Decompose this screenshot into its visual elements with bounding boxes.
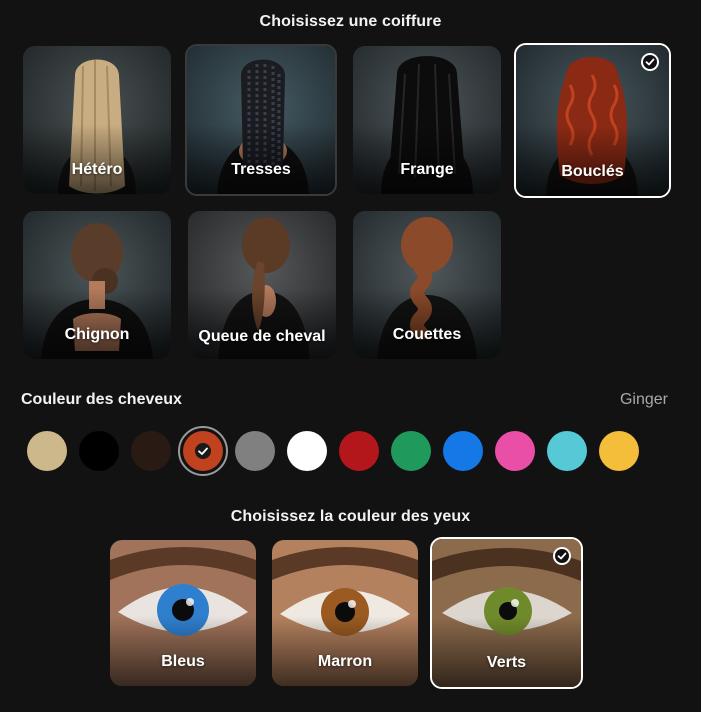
image-shade — [23, 289, 171, 359]
hair-color-swatch[interactable] — [547, 431, 587, 471]
image-shade — [187, 124, 335, 194]
eye-label: Bleus — [161, 653, 205, 670]
image-shade — [272, 616, 418, 686]
check-icon — [195, 443, 211, 459]
hair-color-swatch[interactable] — [131, 431, 171, 471]
hair-color-swatch[interactable] — [183, 431, 223, 471]
hairstyle-label: Bouclés — [561, 163, 624, 180]
hairstyle-card-couettes[interactable]: Couettes — [353, 211, 501, 359]
eye-section-title: Choisissez la couleur des yeux — [230, 508, 471, 525]
hairstyle-label: Queue de cheval — [198, 328, 326, 345]
image-shade — [353, 289, 501, 359]
hair-color-swatch[interactable] — [235, 431, 275, 471]
hairstyle-label: Chignon — [64, 326, 130, 343]
eye-card-bleus[interactable]: Bleus — [110, 540, 256, 686]
hairstyle-label: Couettes — [392, 326, 462, 343]
hair-color-swatch[interactable] — [27, 431, 67, 471]
check-icon — [641, 53, 659, 71]
hairstyle-label: Frange — [400, 161, 454, 178]
hair-color-swatch[interactable] — [599, 431, 639, 471]
hairstyle-section-title: Choisissez une coiffure — [259, 13, 442, 30]
image-shade — [516, 126, 669, 196]
image-shade — [188, 289, 336, 359]
eye-label: Verts — [486, 654, 527, 671]
hairstyle-label: Tresses — [231, 161, 291, 178]
hair-color-swatch[interactable] — [79, 431, 119, 471]
hair-color-swatch[interactable] — [443, 431, 483, 471]
hair-color-swatch[interactable] — [391, 431, 431, 471]
hairstyle-label: Hétéro — [71, 161, 123, 178]
image-shade — [353, 124, 501, 194]
hair-color-selected-name: Ginger — [619, 391, 668, 408]
hair-color-swatch[interactable] — [339, 431, 379, 471]
hair-color-swatch[interactable] — [495, 431, 535, 471]
image-shade — [432, 617, 581, 687]
hair-color-label: Couleur des cheveux — [21, 391, 182, 408]
image-shade — [23, 124, 171, 194]
hairstyle-card-tresses[interactable]: Tresses — [185, 44, 337, 196]
hair-color-swatch[interactable] — [287, 431, 327, 471]
hairstyle-card-hetero[interactable]: Hétéro — [23, 46, 171, 194]
image-shade — [110, 616, 256, 686]
hairstyle-card-chignon[interactable]: Chignon — [23, 211, 171, 359]
hairstyle-card-queue-de-cheval[interactable]: Queue de cheval — [188, 211, 336, 359]
check-icon — [553, 547, 571, 565]
hairstyle-card-frange[interactable]: Frange — [353, 46, 501, 194]
eye-card-verts[interactable]: Verts — [430, 537, 583, 689]
eye-card-marron[interactable]: Marron — [272, 540, 418, 686]
hairstyle-card-boucles[interactable]: Bouclés — [514, 43, 671, 198]
eye-label: Marron — [317, 653, 373, 670]
